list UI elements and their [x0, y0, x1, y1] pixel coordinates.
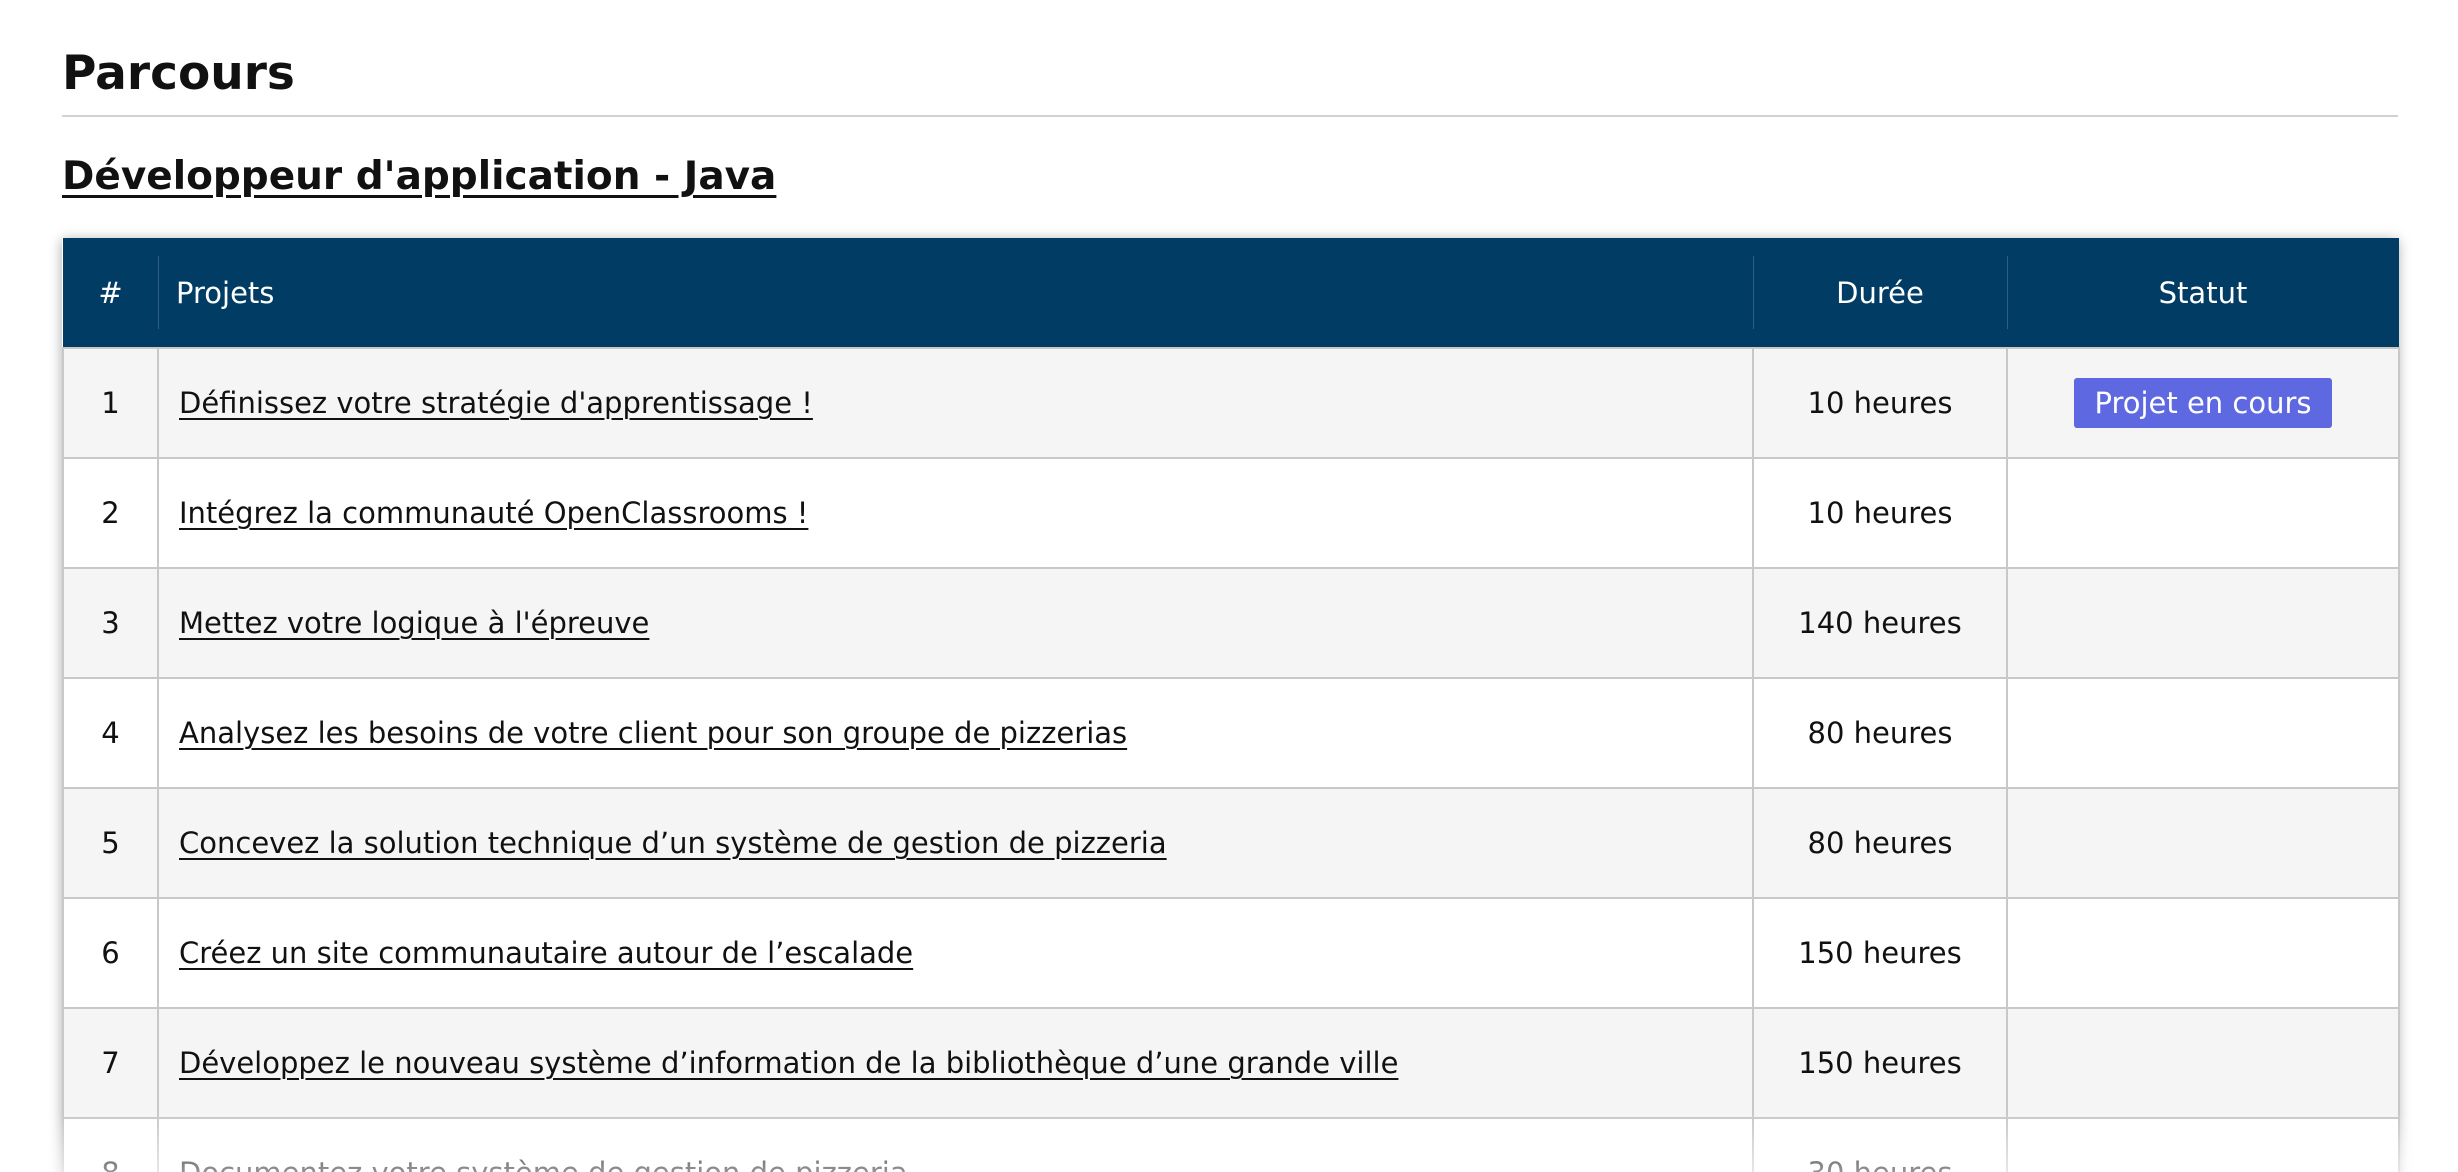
row-number: 3 — [62, 567, 159, 679]
project-cell: Intégrez la communauté OpenClassrooms ! — [157, 457, 1754, 569]
duration-cell: 10 heures — [1752, 347, 2008, 459]
project-cell: Documentez votre système de gestion de p… — [157, 1117, 1754, 1172]
project-link[interactable]: Développez le nouveau système d’informat… — [179, 1046, 1398, 1080]
duration-cell: 150 heures — [1752, 897, 2008, 1009]
row-number: 5 — [62, 787, 159, 899]
status-cell — [2006, 787, 2400, 899]
page: Parcours Développeur d'application - Jav… — [0, 0, 2458, 1172]
table-row: 2 Intégrez la communauté OpenClassrooms … — [62, 457, 2400, 569]
row-number: 6 — [62, 897, 159, 1009]
header-duration: Durée — [1753, 238, 2007, 348]
project-link[interactable]: Définissez votre stratégie d'apprentissa… — [179, 386, 813, 420]
row-number: 1 — [62, 347, 159, 459]
project-link[interactable]: Mettez votre logique à l'épreuve — [179, 606, 649, 640]
status-cell — [2006, 897, 2400, 1009]
project-cell: Concevez la solution technique d’un syst… — [157, 787, 1754, 899]
duration-cell: 10 heures — [1752, 457, 2008, 569]
row-number: 2 — [62, 457, 159, 569]
status-cell: Projet en cours — [2006, 347, 2400, 459]
status-cell — [2006, 567, 2400, 679]
table-row: 5 Concevez la solution technique d’un sy… — [62, 787, 2400, 899]
status-cell — [2006, 457, 2400, 569]
table-row: 3 Mettez votre logique à l'épreuve 140 h… — [62, 567, 2400, 679]
status-cell — [2006, 1117, 2400, 1172]
table-row: 1 Définissez votre stratégie d'apprentis… — [62, 347, 2400, 459]
project-cell: Développez le nouveau système d’informat… — [157, 1007, 1754, 1119]
projects-table: # Projets Durée Statut 1 Définissez votr… — [62, 238, 2400, 1172]
table-row: 4 Analysez les besoins de votre client p… — [62, 677, 2400, 789]
status-cell — [2006, 677, 2400, 789]
duration-cell: 80 heures — [1752, 677, 2008, 789]
title-divider — [62, 115, 2398, 117]
row-number: 4 — [62, 677, 159, 789]
project-cell: Créez un site communautaire autour de l’… — [157, 897, 1754, 1009]
project-link[interactable]: Créez un site communautaire autour de l’… — [179, 936, 913, 970]
status-badge: Projet en cours — [2074, 378, 2332, 428]
section-title[interactable]: Développeur d'application - Java — [62, 154, 776, 199]
table-row: 6 Créez un site communautaire autour de … — [62, 897, 2400, 1009]
duration-cell: 140 heures — [1752, 567, 2008, 679]
header-number: # — [98, 275, 123, 310]
page-title: Parcours — [62, 46, 295, 101]
project-link[interactable]: Intégrez la communauté OpenClassrooms ! — [179, 496, 808, 530]
header-status: Statut — [2007, 238, 2399, 348]
project-cell: Mettez votre logique à l'épreuve — [157, 567, 1754, 679]
project-cell: Définissez votre stratégie d'apprentissa… — [157, 347, 1754, 459]
project-link[interactable]: Documentez votre système de gestion de p… — [179, 1156, 908, 1172]
duration-cell: 80 heures — [1752, 787, 2008, 899]
table-header-row: # Projets Durée Statut — [63, 238, 2399, 348]
project-link[interactable]: Concevez la solution technique d’un syst… — [179, 826, 1167, 860]
projects-table-container: # Projets Durée Statut 1 Définissez votr… — [62, 238, 2400, 1172]
table-row: 7 Développez le nouveau système d’inform… — [62, 1007, 2400, 1119]
duration-cell: 150 heures — [1752, 1007, 2008, 1119]
row-number: 7 — [62, 1007, 159, 1119]
header-projects: Projets — [158, 238, 1753, 348]
table-row: 8 Documentez votre système de gestion de… — [62, 1117, 2400, 1172]
duration-cell: 30 heures — [1752, 1117, 2008, 1172]
project-cell: Analysez les besoins de votre client pou… — [157, 677, 1754, 789]
status-cell — [2006, 1007, 2400, 1119]
row-number: 8 — [62, 1117, 159, 1172]
project-link[interactable]: Analysez les besoins de votre client pou… — [179, 716, 1127, 750]
